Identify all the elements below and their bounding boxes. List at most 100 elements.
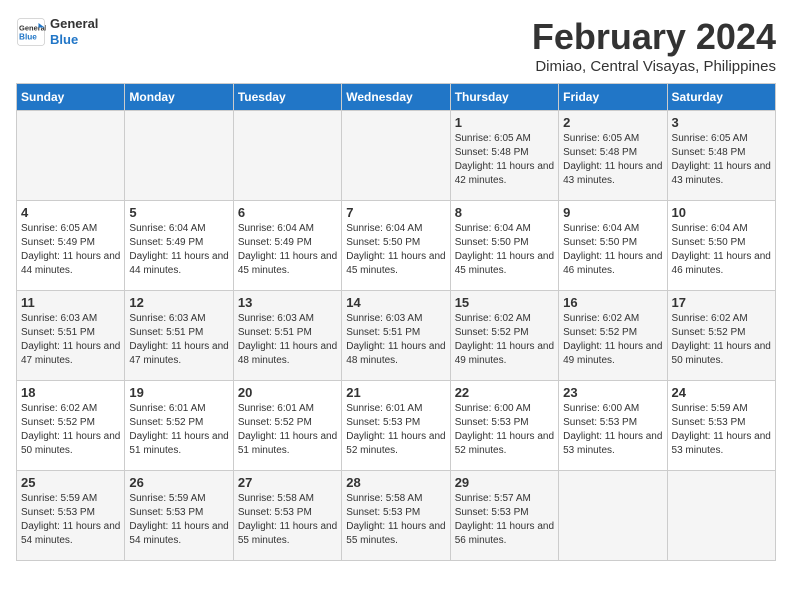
day-info: Sunrise: 6:04 AM Sunset: 5:49 PM Dayligh… [129,222,228,278]
weekday-header-friday: Friday [559,84,667,111]
day-info: Sunrise: 6:01 AM Sunset: 5:52 PM Dayligh… [238,402,337,458]
day-number: 26 [129,475,228,490]
logo-text-blue: Blue [50,32,98,48]
calendar-cell: 13Sunrise: 6:03 AM Sunset: 5:51 PM Dayli… [233,291,341,381]
calendar-cell: 19Sunrise: 6:01 AM Sunset: 5:52 PM Dayli… [125,381,233,471]
calendar-cell: 11 Sunrise: 6:03 AM Sunset: 5:51 PM Dayli… [17,291,125,381]
day-info: Sunrise: 6:05 AM Sunset: 5:48 PM Dayligh… [563,132,662,188]
day-info: Sunrise: 6:05 AM Sunset: 5:49 PM Dayligh… [21,222,120,278]
day-number: 4 [21,205,120,220]
day-number: 18 [21,385,120,400]
weekday-header-thursday: Thursday [450,84,558,111]
day-number: 2 [563,115,662,130]
calendar-cell: 14 Sunrise: 6:03 AM Sunset: 5:51 PM Dayli… [342,291,450,381]
day-number: 23 [563,385,662,400]
page-header: General Blue General Blue February 2024 … [16,16,776,75]
day-number: 12 [129,295,228,310]
day-number: 21 [346,385,445,400]
day-info: Sunrise: 6:00 AM Sunset: 5:53 PM Dayligh… [455,402,554,458]
day-info: Sunrise: 6:03 AM Sunset: 5:51 PM Dayligh… [238,312,337,368]
calendar-week-row: 1 Sunrise: 6:05 AM Sunset: 5:48 PM Daylig… [17,111,776,201]
day-info: Sunrise: 6:05 AM Sunset: 5:48 PM Dayligh… [455,132,554,188]
day-number: 7 [346,205,445,220]
calendar-cell: 26 Sunrise: 5:59 AM Sunset: 5:53 PM Dayli… [125,471,233,561]
calendar-cell: 1 Sunrise: 6:05 AM Sunset: 5:48 PM Daylig… [450,111,558,201]
calendar-cell: 4 Sunrise: 6:05 AM Sunset: 5:49 PM Daylig… [17,201,125,291]
day-number: 10 [672,205,771,220]
calendar-cell: 22 Sunrise: 6:00 AM Sunset: 5:53 PM Dayli… [450,381,558,471]
calendar-cell: 29Sunrise: 5:57 AM Sunset: 5:53 PM Dayli… [450,471,558,561]
day-info: Sunrise: 6:04 AM Sunset: 5:50 PM Dayligh… [672,222,771,278]
day-number: 16 [563,295,662,310]
calendar-table: SundayMondayTuesdayWednesdayThursdayFrid… [16,83,776,561]
day-number: 3 [672,115,771,130]
day-number: 17 [672,295,771,310]
day-number: 22 [455,385,554,400]
calendar-week-row: 4 Sunrise: 6:05 AM Sunset: 5:49 PM Daylig… [17,201,776,291]
logo: General Blue General Blue [16,16,98,47]
day-info: Sunrise: 6:03 AM Sunset: 5:51 PM Dayligh… [129,312,228,368]
calendar-cell: 15 Sunrise: 6:02 AM Sunset: 5:52 PM Dayli… [450,291,558,381]
day-info: Sunrise: 5:59 AM Sunset: 5:53 PM Dayligh… [21,492,120,548]
day-info: Sunrise: 5:57 AM Sunset: 5:53 PM Dayligh… [455,492,554,548]
day-number: 15 [455,295,554,310]
day-number: 1 [455,115,554,130]
calendar-cell: 24 Sunrise: 5:59 AM Sunset: 5:53 PM Dayli… [667,381,775,471]
weekday-header-saturday: Saturday [667,84,775,111]
day-info: Sunrise: 6:03 AM Sunset: 5:51 PM Dayligh… [346,312,445,368]
day-info: Sunrise: 6:03 AM Sunset: 5:51 PM Dayligh… [21,312,120,368]
day-info: Sunrise: 6:04 AM Sunset: 5:50 PM Dayligh… [455,222,554,278]
calendar-week-row: 18 Sunrise: 6:02 AM Sunset: 5:52 PM Dayli… [17,381,776,471]
day-info: Sunrise: 6:04 AM Sunset: 5:50 PM Dayligh… [563,222,662,278]
calendar-cell: 20Sunrise: 6:01 AM Sunset: 5:52 PM Dayli… [233,381,341,471]
day-info: Sunrise: 6:04 AM Sunset: 5:49 PM Dayligh… [238,222,337,278]
day-info: Sunrise: 5:59 AM Sunset: 5:53 PM Dayligh… [672,402,771,458]
calendar-cell: 21 Sunrise: 6:01 AM Sunset: 5:53 PM Dayli… [342,381,450,471]
calendar-cell [342,111,450,201]
day-number: 19 [129,385,228,400]
calendar-cell: 5Sunrise: 6:04 AM Sunset: 5:49 PM Daylig… [125,201,233,291]
calendar-cell: 25 Sunrise: 5:59 AM Sunset: 5:53 PM Dayli… [17,471,125,561]
weekday-header-tuesday: Tuesday [233,84,341,111]
day-info: Sunrise: 6:02 AM Sunset: 5:52 PM Dayligh… [21,402,120,458]
day-number: 24 [672,385,771,400]
calendar-cell: 12 Sunrise: 6:03 AM Sunset: 5:51 PM Dayli… [125,291,233,381]
calendar-cell: 3Sunrise: 6:05 AM Sunset: 5:48 PM Daylig… [667,111,775,201]
calendar-cell [667,471,775,561]
day-info: Sunrise: 6:02 AM Sunset: 5:52 PM Dayligh… [455,312,554,368]
day-info: Sunrise: 5:58 AM Sunset: 5:53 PM Dayligh… [346,492,445,548]
day-info: Sunrise: 6:01 AM Sunset: 5:53 PM Dayligh… [346,402,445,458]
calendar-cell: 2 Sunrise: 6:05 AM Sunset: 5:48 PM Daylig… [559,111,667,201]
day-number: 27 [238,475,337,490]
weekday-header-wednesday: Wednesday [342,84,450,111]
calendar-cell [233,111,341,201]
weekday-header-monday: Monday [125,84,233,111]
day-info: Sunrise: 5:58 AM Sunset: 5:53 PM Dayligh… [238,492,337,548]
day-info: Sunrise: 6:00 AM Sunset: 5:53 PM Dayligh… [563,402,662,458]
calendar-week-row: 11 Sunrise: 6:03 AM Sunset: 5:51 PM Dayli… [17,291,776,381]
svg-text:General: General [19,23,46,32]
month-year-title: February 2024 [532,16,776,58]
weekday-header-row: SundayMondayTuesdayWednesdayThursdayFrid… [17,84,776,111]
day-number: 14 [346,295,445,310]
day-info: Sunrise: 6:02 AM Sunset: 5:52 PM Dayligh… [563,312,662,368]
weekday-header-sunday: Sunday [17,84,125,111]
day-number: 25 [21,475,120,490]
calendar-cell: 10 Sunrise: 6:04 AM Sunset: 5:50 PM Dayli… [667,201,775,291]
day-number: 9 [563,205,662,220]
calendar-cell: 9 Sunrise: 6:04 AM Sunset: 5:50 PM Daylig… [559,201,667,291]
svg-text:Blue: Blue [19,32,37,41]
calendar-cell: 8 Sunrise: 6:04 AM Sunset: 5:50 PM Daylig… [450,201,558,291]
calendar-cell: 27 Sunrise: 5:58 AM Sunset: 5:53 PM Dayli… [233,471,341,561]
day-number: 6 [238,205,337,220]
day-info: Sunrise: 6:04 AM Sunset: 5:50 PM Dayligh… [346,222,445,278]
title-block: February 2024 Dimiao, Central Visayas, P… [532,16,776,75]
logo-text-general: General [50,16,98,32]
calendar-cell: 28Sunrise: 5:58 AM Sunset: 5:53 PM Dayli… [342,471,450,561]
day-number: 11 [21,295,120,310]
logo-icon: General Blue [16,17,46,47]
day-info: Sunrise: 5:59 AM Sunset: 5:53 PM Dayligh… [129,492,228,548]
day-number: 8 [455,205,554,220]
calendar-cell: 16 Sunrise: 6:02 AM Sunset: 5:52 PM Dayli… [559,291,667,381]
calendar-cell: 17Sunrise: 6:02 AM Sunset: 5:52 PM Dayli… [667,291,775,381]
